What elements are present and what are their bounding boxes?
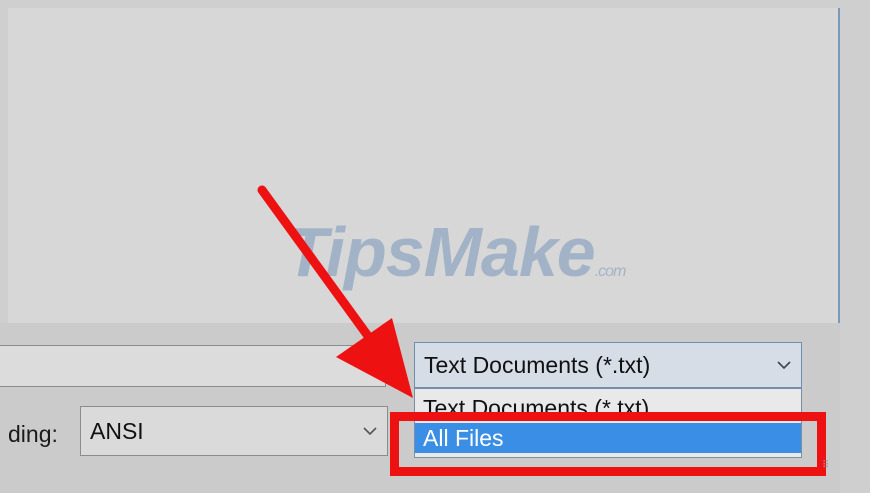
watermark: TipsMake.com <box>285 212 627 292</box>
chevron-down-icon[interactable] <box>360 360 374 372</box>
chevron-down-icon[interactable] <box>777 359 791 371</box>
encoding-select[interactable]: ANSI <box>80 406 388 456</box>
chevron-down-icon[interactable] <box>363 425 377 437</box>
option-text-documents[interactable]: Text Documents (*.txt) <box>415 391 801 417</box>
watermark-brand: TipsMake <box>285 213 596 291</box>
watermark-suffix: .com <box>594 263 627 280</box>
file-name-combobox[interactable] <box>0 345 386 387</box>
encoding-value: ANSI <box>90 418 144 444</box>
file-type-value: Text Documents (*.txt) <box>424 352 651 378</box>
file-type-select[interactable]: Text Documents (*.txt) <box>414 342 802 388</box>
resize-grip-icon[interactable]: ⠿ <box>822 461 836 476</box>
option-all-files[interactable]: All Files <box>415 423 801 453</box>
file-type-dropdown-list: Text Documents (*.txt) All Files <box>414 388 802 458</box>
encoding-label: ding: <box>8 421 58 447</box>
